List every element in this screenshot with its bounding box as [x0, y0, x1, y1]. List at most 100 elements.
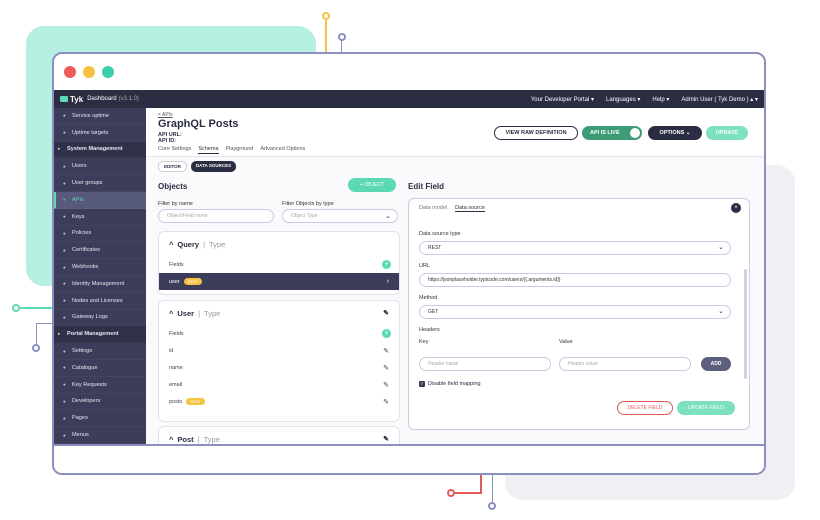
delete-field-button[interactable]: DELETE FIELD: [617, 401, 673, 415]
sidebar-item-label: Developers: [72, 398, 101, 405]
tab-advanced-options[interactable]: Advanced Options: [260, 146, 305, 154]
query-card-header[interactable]: ^ Query | Type: [159, 232, 399, 256]
sidebar-item-gateway-logs[interactable]: ● Gateway Logs: [54, 310, 146, 327]
field-row-email[interactable]: email ✎: [159, 376, 399, 393]
method-select[interactable]: GET ⌄: [419, 305, 731, 319]
help-menu[interactable]: Help ▾: [652, 96, 669, 103]
sidebar-item-identity-management[interactable]: ● Identity Management: [54, 276, 146, 293]
header-name-input[interactable]: Header name: [419, 357, 551, 371]
data-source-type-select[interactable]: REST ⌄: [419, 241, 731, 255]
api-live-toggle[interactable]: API IS LIVE: [582, 126, 642, 140]
sidebar-item-certificates[interactable]: ● Certificates: [54, 242, 146, 260]
user-menu[interactable]: Admin User ( Tyk Demo ) ▴ ▾: [681, 96, 758, 103]
edit-pencil-icon[interactable]: ✎: [383, 398, 389, 406]
policy-icon: ●: [63, 230, 66, 236]
update-button[interactable]: UPDATE: [706, 126, 748, 140]
field-row-name[interactable]: name ✎: [159, 359, 399, 376]
close-window-dot[interactable]: [64, 66, 76, 78]
url-label: URL: [419, 263, 431, 269]
filter-name-input[interactable]: Object/Field name: [158, 209, 274, 223]
sidebar-item-label: Portal Management: [67, 331, 119, 338]
window-titlebar: [54, 54, 764, 92]
sidebar-item-nodes-and-licenses[interactable]: ● Nodes and Licenses: [54, 293, 146, 310]
developers-icon: ●: [63, 398, 66, 404]
sidebar-item-portal-management[interactable]: ▸ Portal Management: [54, 326, 146, 344]
settings-icon: ●: [63, 348, 66, 354]
close-icon[interactable]: ×: [731, 203, 741, 213]
decorative-line: [341, 40, 342, 52]
data-sources-subtab[interactable]: DATA SOURCES: [190, 161, 237, 172]
field-row-user[interactable]: user REST ›: [159, 273, 399, 290]
sidebar-item-apis[interactable]: ● APIs: [54, 191, 146, 209]
sidebar-item-system-management[interactable]: ▸ System Management: [54, 141, 146, 159]
add-header-button[interactable]: ADD: [701, 357, 731, 371]
sidebar-item-policies[interactable]: ● Policies: [54, 226, 146, 243]
toggle-knob: [630, 128, 640, 138]
sidebar-item-label: Pages: [72, 415, 88, 422]
panel-scrollbar[interactable]: [744, 269, 747, 379]
tab-data-model[interactable]: Data model: [419, 205, 447, 212]
brand-name[interactable]: Tyk: [70, 95, 83, 104]
fields-row: Fields +: [159, 325, 399, 342]
edit-pencil-icon[interactable]: ✎: [383, 364, 389, 372]
logs-icon: ●: [63, 314, 66, 320]
filter-type-value: Object Type: [291, 213, 318, 219]
sidebar-item-service-uptime[interactable]: ● Service uptime: [54, 108, 146, 125]
tab-playground[interactable]: Playground: [226, 146, 254, 154]
sidebar-item-label: Policies: [72, 230, 92, 237]
headers-label: Headers: [419, 327, 440, 333]
chevron-down-icon: ⌄: [718, 308, 724, 315]
languages-menu[interactable]: Languages ▾: [606, 96, 640, 103]
field-row-id[interactable]: id ✎: [159, 342, 399, 359]
sidebar-item-pages[interactable]: ● Pages: [54, 410, 146, 428]
sidebar-item-user-groups[interactable]: ● User groups: [54, 175, 146, 192]
user-card-header[interactable]: ^ User | Type ✎: [159, 301, 399, 325]
options-button[interactable]: OPTIONS ⌄: [648, 126, 702, 140]
key-request-icon: ●: [63, 382, 66, 388]
edit-pencil-icon[interactable]: ✎: [383, 347, 389, 355]
update-field-button[interactable]: UPDATE FIELD: [677, 401, 735, 415]
webhook-icon: ●: [63, 264, 66, 270]
tyk-dashboard: Tyk Dashboard (v3.1.0) Your Developer Po…: [54, 90, 764, 444]
view-raw-definition-button[interactable]: VIEW RAW DEFINITION: [494, 126, 578, 140]
add-field-icon[interactable]: +: [382, 260, 391, 269]
post-card-header[interactable]: ^ Post | Type ✎: [159, 427, 399, 444]
minimize-window-dot[interactable]: [83, 66, 95, 78]
field-row-posts[interactable]: posts REST ✎: [159, 393, 399, 410]
main-content: < APIs GraphQL Posts API URL: API ID: Co…: [146, 108, 764, 444]
disable-mapping-checkbox[interactable]: ✓ Disable field mapping: [419, 381, 481, 387]
sidebar-item-keys[interactable]: ● Keys: [54, 209, 146, 226]
rest-tag: REST: [186, 398, 205, 405]
key-label: Key: [419, 339, 429, 345]
add-field-icon[interactable]: +: [382, 329, 391, 338]
query-name: Query: [177, 239, 200, 249]
developer-portal-menu[interactable]: Your Developer Portal ▾: [531, 96, 594, 103]
editor-subtab[interactable]: EDITOR: [158, 161, 187, 172]
sidebar-item-label: Users: [72, 163, 87, 170]
sidebar-item-menus[interactable]: ● Menus: [54, 427, 146, 444]
sidebar-item-users[interactable]: ● Users: [54, 158, 146, 176]
edit-pencil-icon[interactable]: ✎: [383, 435, 389, 443]
sidebar-item-settings[interactable]: ● Settings: [54, 343, 146, 360]
edit-pencil-icon[interactable]: ✎: [383, 309, 389, 317]
sidebar-item-label: Certificates: [72, 247, 100, 254]
filter-type-label: Filter Objects by type: [282, 201, 334, 207]
sidebar-item-key-requests[interactable]: ● Key Requests: [54, 377, 146, 394]
sidebar-item-developers[interactable]: ● Developers: [54, 394, 146, 411]
tab-schema[interactable]: Schema: [198, 146, 219, 154]
tab-data-source[interactable]: Data source: [455, 205, 485, 212]
sidebar-item-uptime-targets[interactable]: ● Uptime targets: [54, 125, 146, 142]
maximize-window-dot[interactable]: [102, 66, 114, 78]
tab-core-settings[interactable]: Core Settings: [158, 146, 191, 154]
field-name: id: [169, 347, 174, 354]
sidebar-item-webhooks[interactable]: ● Webhooks: [54, 259, 146, 276]
add-object-button[interactable]: + OBJECT: [348, 178, 396, 192]
method-value: GET: [428, 309, 439, 315]
user-object-name: User: [177, 308, 195, 318]
header-value-input[interactable]: Header value: [559, 357, 691, 371]
sidebar-item-catalogue[interactable]: ● Catalogue: [54, 360, 146, 377]
filter-type-select[interactable]: Object Type ⌄: [282, 209, 398, 223]
field-name: posts: [169, 398, 183, 405]
edit-pencil-icon[interactable]: ✎: [383, 381, 389, 389]
url-input[interactable]: https://jsonplaceholder.typicode.com/use…: [419, 273, 731, 287]
